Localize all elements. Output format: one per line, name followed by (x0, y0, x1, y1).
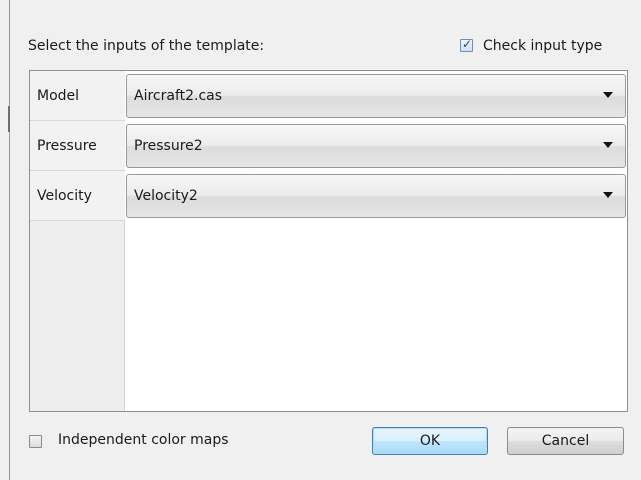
model-combobox-value: Aircraft2.cas (134, 88, 223, 104)
ok-button[interactable]: OK (372, 427, 488, 455)
dropdown-arrow-icon[interactable] (603, 92, 613, 98)
check-input-type-label[interactable]: Check input type (483, 37, 602, 55)
independent-color-maps-checkbox[interactable] (29, 435, 42, 448)
pressure-combobox-value: Pressure2 (134, 138, 203, 154)
template-inputs-dialog: Select the inputs of the template: ✓ Che… (0, 0, 641, 480)
header-label: Select the inputs of the template: (28, 38, 265, 54)
independent-color-maps-label[interactable]: Independent color maps (58, 431, 229, 449)
row-header-velocity: Velocity (30, 171, 125, 221)
dropdown-arrow-icon[interactable] (603, 142, 613, 148)
pressure-combobox[interactable]: Pressure2 (126, 124, 626, 168)
row-header-model: Model (30, 71, 125, 121)
checkmark-icon: ✓ (462, 37, 473, 51)
cancel-button[interactable]: Cancel (507, 427, 624, 455)
model-combobox[interactable]: Aircraft2.cas (126, 74, 626, 118)
left-window-edge (0, 0, 10, 480)
dropdown-arrow-icon[interactable] (603, 192, 613, 198)
velocity-combobox[interactable]: Velocity2 (126, 174, 626, 218)
row-header-pressure: Pressure (30, 121, 125, 171)
inputs-table: Model Aircraft2.cas Pressure Pressure2 V… (29, 70, 628, 412)
left-edge-marker (8, 106, 10, 132)
velocity-combobox-value: Velocity2 (134, 188, 198, 204)
check-input-type-checkbox[interactable]: ✓ (460, 37, 473, 52)
